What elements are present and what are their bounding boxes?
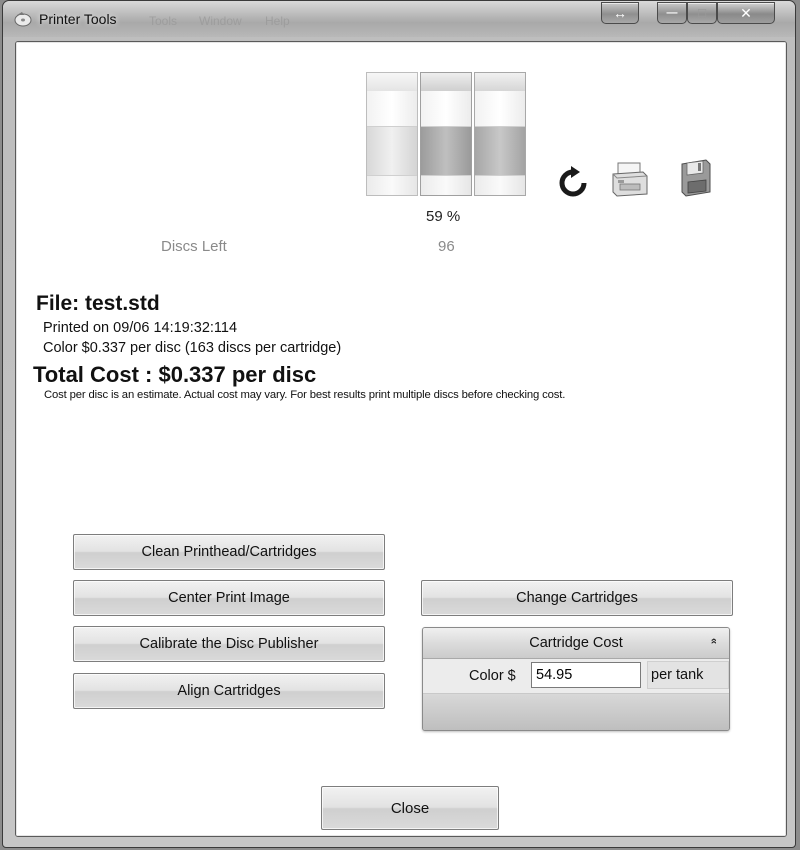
app-disc-icon (14, 12, 32, 27)
per-tank-label: per tank (647, 661, 729, 689)
color-price-input[interactable] (531, 662, 641, 688)
cartridge-cost-header[interactable]: Cartridge Cost » (423, 628, 729, 659)
floppy-disk-icon (681, 159, 711, 197)
cost-disclaimer: Cost per disc is an estimate. Actual cos… (44, 389, 566, 401)
ink-fill (421, 126, 471, 178)
color-price-label: Color $ (469, 668, 516, 684)
ink-level-label: 59 % (426, 208, 461, 225)
window-close-button[interactable]: ✕ (717, 2, 775, 24)
color-cost-text: Color $0.337 per disc (163 discs per car… (43, 340, 342, 356)
cartridge-cost-title: Cartridge Cost (529, 635, 623, 651)
save-button[interactable] (676, 158, 716, 198)
discs-left-value: 96 (438, 238, 455, 255)
ink-level-gauge (366, 72, 528, 196)
chevron-up-icon: » (707, 637, 720, 645)
ink-fill (367, 126, 417, 178)
printed-on-text: Printed on 09/06 14:19:32:114 (43, 320, 238, 336)
close-icon: ✕ (740, 4, 752, 21)
change-cartridges-button[interactable]: Change Cartridges (421, 580, 733, 616)
ghost-menu-help: Help (265, 14, 290, 28)
printer-button[interactable] (610, 160, 650, 200)
client-area: 59 % Discs Left 96 File: test.std Printe… (15, 41, 787, 837)
clean-printhead-button[interactable]: Clean Printhead/Cartridges (73, 534, 385, 570)
double-arrow-icon: ↔ (613, 5, 627, 21)
maximize-button[interactable]: ☐ (687, 2, 717, 24)
minimize-button[interactable]: — (657, 2, 687, 24)
refresh-icon (559, 166, 587, 197)
maximize-icon: ☐ (697, 7, 707, 20)
total-cost: Total Cost : $0.337 per disc (33, 362, 317, 387)
close-button[interactable]: Close (321, 786, 499, 830)
window-title: Printer Tools (39, 11, 117, 27)
ink-tank-1 (366, 72, 418, 196)
title-bar[interactable]: Printer Tools Tools Window Help ↔ — ☐ ✕ (3, 1, 795, 37)
calibrate-button[interactable]: Calibrate the Disc Publisher (73, 626, 385, 662)
printer-tools-window: Printer Tools Tools Window Help ↔ — ☐ ✕ (2, 0, 796, 848)
ink-tank-3 (474, 72, 526, 196)
restore-size-button[interactable]: ↔ (601, 2, 639, 24)
file-name: File: test.std (36, 292, 160, 315)
refresh-button[interactable] (556, 166, 590, 200)
discs-left-label: Discs Left (161, 238, 227, 255)
cartridge-cost-body: Color $ per tank (423, 659, 729, 694)
center-print-image-button[interactable]: Center Print Image (73, 580, 385, 616)
minimize-icon: — (666, 7, 678, 19)
ink-tank-2 (420, 72, 472, 196)
ink-fill (475, 126, 525, 178)
ghost-menu-window: Window (199, 14, 242, 28)
printer-icon (612, 162, 648, 197)
ghost-menu-tools: Tools (149, 14, 178, 28)
cartridge-cost-panel: Cartridge Cost » Color $ per tank (422, 627, 730, 731)
align-cartridges-button[interactable]: Align Cartridges (73, 673, 385, 709)
